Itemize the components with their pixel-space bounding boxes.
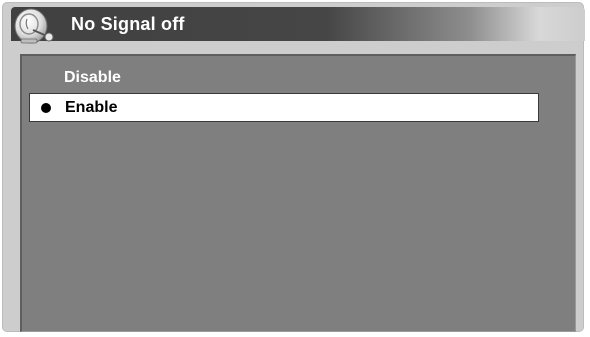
options-panel: Disable Enable [20, 54, 576, 332]
option-enable[interactable]: Enable [29, 93, 539, 122]
window-title: No Signal off [71, 14, 185, 34]
satellite-dish-icon [13, 6, 57, 46]
title-bar: No Signal off [11, 7, 585, 44]
option-disable[interactable]: Disable [64, 66, 121, 90]
osd-window: No Signal off Disable Enable [2, 2, 585, 332]
selected-bullet-icon [41, 103, 51, 113]
option-label: Enable [65, 99, 118, 116]
option-label: Disable [64, 69, 121, 86]
